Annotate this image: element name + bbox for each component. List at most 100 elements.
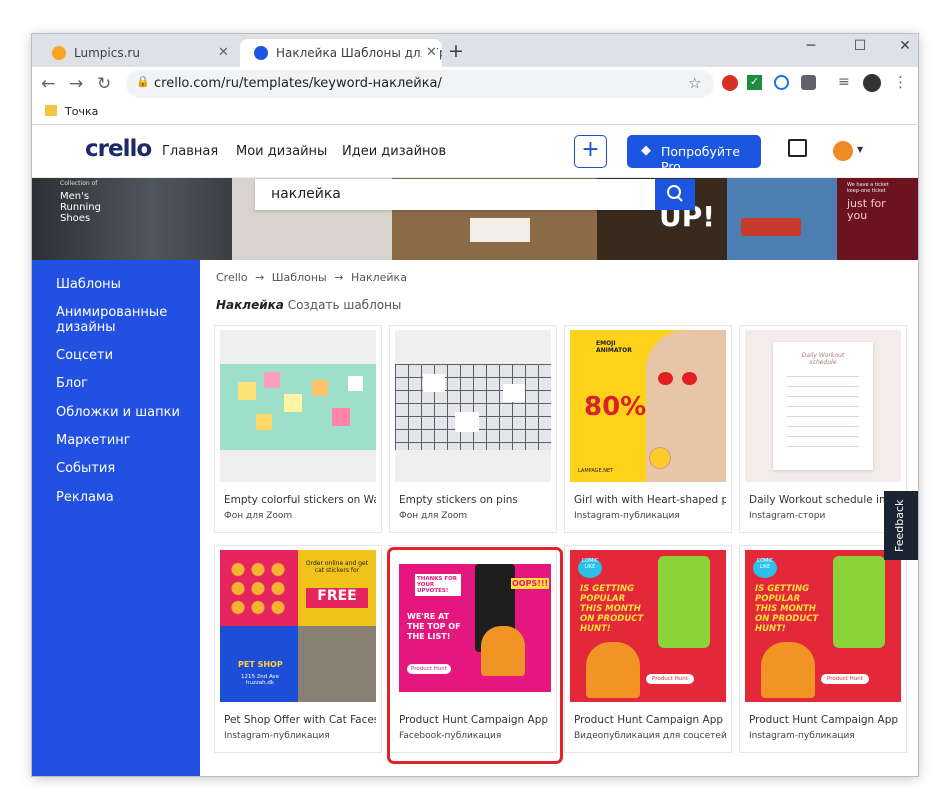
lumpics-favicon-icon <box>52 46 66 60</box>
template-card[interactable]: EMOJI ANIMATOR 80% LAMPAGE.NET Girl with… <box>565 326 731 532</box>
tab-title: Наклейка Шаблоны для Графич <box>276 46 442 60</box>
breadcrumb-templates[interactable]: Шаблоны <box>272 271 327 284</box>
sidebar-item-ads[interactable]: Реклама <box>56 490 114 505</box>
sidebar-item-marketing[interactable]: Маркетинг <box>56 433 131 448</box>
template-card[interactable]: COMIC LIKE IS GETTING POPULAR THIS MONTH… <box>740 546 906 752</box>
playlist-icon[interactable]: ≡ <box>838 74 850 90</box>
new-tab-icon[interactable]: + <box>448 40 464 62</box>
create-design-button[interactable]: + <box>574 135 607 168</box>
breadcrumb-crello[interactable]: Crello <box>216 271 248 284</box>
thumb-text: Order online and get cat stickers for <box>305 560 369 574</box>
template-thumbnail: Order online and get cat stickers for FR… <box>220 550 376 702</box>
template-card[interactable]: COMIC LIKE IS GETTING POPULAR THIS MONTH… <box>565 546 731 752</box>
sticker <box>264 372 280 388</box>
minimize-icon[interactable]: ─ <box>796 38 826 54</box>
card-title: Product Hunt Campaign App ... <box>574 714 726 726</box>
search-button[interactable] <box>655 179 695 210</box>
card-title: Empty stickers on pins <box>399 494 518 506</box>
forward-icon[interactable]: → <box>69 74 83 94</box>
banner-ticket-image: We have a ticket keep-one ticket just fo… <box>837 178 918 260</box>
thumb-text: IS GETTING POPULAR THIS MONTH ON PRODUCT… <box>580 584 644 634</box>
address-bar[interactable]: 🔒 crello.com/ru/templates/keyword-наклей… <box>126 70 714 98</box>
gift-icon[interactable] <box>788 139 807 157</box>
banner-text: We have a ticket keep-one ticket <box>847 182 889 194</box>
template-thumbnail <box>220 330 376 482</box>
tab-lumpics[interactable]: Lumpics.ru ✕ <box>38 39 240 67</box>
thumb-text: 80% <box>584 392 647 422</box>
menu-dots-icon[interactable]: ⋮ <box>893 73 908 91</box>
thumb-grid <box>395 364 551 450</box>
crello-logo[interactable]: crello <box>85 136 152 162</box>
banner-suitcase <box>741 218 801 236</box>
card-subtitle: Видеопубликация для соцсетей <box>574 731 727 741</box>
thumb-text: COMIC LIKE <box>578 558 602 578</box>
sticker <box>284 394 302 412</box>
thumb-text: Product Hunt <box>646 674 694 684</box>
chevron-down-icon[interactable]: ▼ <box>857 145 863 154</box>
back-icon[interactable]: ← <box>41 74 55 94</box>
sticker <box>423 374 445 392</box>
sidebar-item-social[interactable]: Соцсети <box>56 348 113 363</box>
nav-home[interactable]: Главная <box>162 144 218 159</box>
breadcrumb: Crello → Шаблоны → Наклейка <box>216 271 407 284</box>
sidebar-item-covers[interactable]: Обложки и шапки <box>56 405 180 420</box>
template-card[interactable]: Daily Workout schedule Daily Workout sch… <box>740 326 906 532</box>
card-title: Pet Shop Offer with Cat Faces ... <box>224 714 376 726</box>
close-tab-icon[interactable]: ✕ <box>422 45 437 60</box>
try-pro-button[interactable]: ◆ Попробуйте Pro <box>627 135 761 174</box>
arrow-right-icon: → <box>255 271 265 284</box>
reload-icon[interactable]: ↻ <box>97 74 111 94</box>
card-subtitle: Instagram-публикация <box>224 731 330 741</box>
search-value: наклейка <box>271 186 341 202</box>
sticker <box>238 382 256 400</box>
sidebar-item-events[interactable]: События <box>56 461 115 476</box>
bookmark-tochka[interactable]: Точка <box>65 105 98 118</box>
profile-avatar-icon[interactable] <box>863 74 881 92</box>
template-thumbnail: EMOJI ANIMATOR 80% LAMPAGE.NET <box>570 330 726 482</box>
nav-my-designs[interactable]: Мои дизайны <box>236 144 327 159</box>
thumb-block: PET SHOP 1215 2nd Ave huzzah.dk <box>220 626 298 702</box>
banner-image <box>727 178 837 260</box>
thumb-block: Order online and get cat stickers for FR… <box>298 550 376 626</box>
sticker <box>256 414 272 430</box>
card-subtitle: Instagram-публикация <box>574 511 680 521</box>
vpn-extension-icon[interactable] <box>774 75 789 90</box>
thumb-text: IS GETTING POPULAR THIS MONTH ON PRODUCT… <box>755 584 819 634</box>
thumb-wall <box>220 364 376 450</box>
extension-icon[interactable] <box>801 75 816 90</box>
card-title: Daily Workout schedule in pink <box>749 494 901 506</box>
highlight-frame <box>387 547 563 764</box>
search-input[interactable]: наклейка <box>255 179 655 210</box>
template-card[interactable]: Empty stickers on pins Фон для Zoom <box>390 326 556 532</box>
sticker <box>312 380 328 396</box>
sidebar-item-blog[interactable]: Блог <box>56 376 88 391</box>
bookmarks-bar: Точка <box>32 100 918 125</box>
feedback-button[interactable]: Feedback <box>884 491 918 560</box>
lock-icon: 🔒 <box>136 75 150 88</box>
site-header: crello Главная Мои дизайны Идеи дизайнов… <box>32 125 918 178</box>
thumb-cat <box>586 642 640 698</box>
folder-icon <box>45 105 57 116</box>
sidebar-item-templates[interactable]: Шаблоны <box>56 277 121 292</box>
close-window-icon[interactable]: ✕ <box>890 38 918 54</box>
user-avatar[interactable] <box>833 141 853 161</box>
thumb-phone <box>658 556 710 648</box>
thumb-cats <box>298 626 376 702</box>
tab-bar: Lumpics.ru ✕ Наклейка Шаблоны для Графич… <box>32 34 918 67</box>
template-card[interactable]: Empty colorful stickers on Wall Фон для … <box>215 326 381 532</box>
title-rest: Создать шаблоны <box>287 298 402 312</box>
extension-icon[interactable] <box>722 75 738 91</box>
thumb-text: LAMPAGE.NET <box>578 468 614 474</box>
nav-design-ideas[interactable]: Идеи дизайнов <box>342 144 446 159</box>
sidebar-item-animated[interactable]: Анимированные дизайны <box>56 305 176 335</box>
close-tab-icon[interactable]: ✕ <box>218 45 229 60</box>
tab-crello[interactable]: Наклейка Шаблоны для Графич ✕ <box>240 39 442 67</box>
banner-text: just for you <box>847 197 886 222</box>
thumb-lines <box>787 376 859 456</box>
emoji-icon <box>650 448 670 468</box>
maximize-icon[interactable]: ☐ <box>845 38 875 54</box>
check-extension-icon[interactable]: ✓ <box>747 75 762 90</box>
sticker <box>332 408 350 426</box>
bookmark-star-icon[interactable]: ☆ <box>688 74 701 92</box>
template-card[interactable]: Order online and get cat stickers for FR… <box>215 546 381 752</box>
